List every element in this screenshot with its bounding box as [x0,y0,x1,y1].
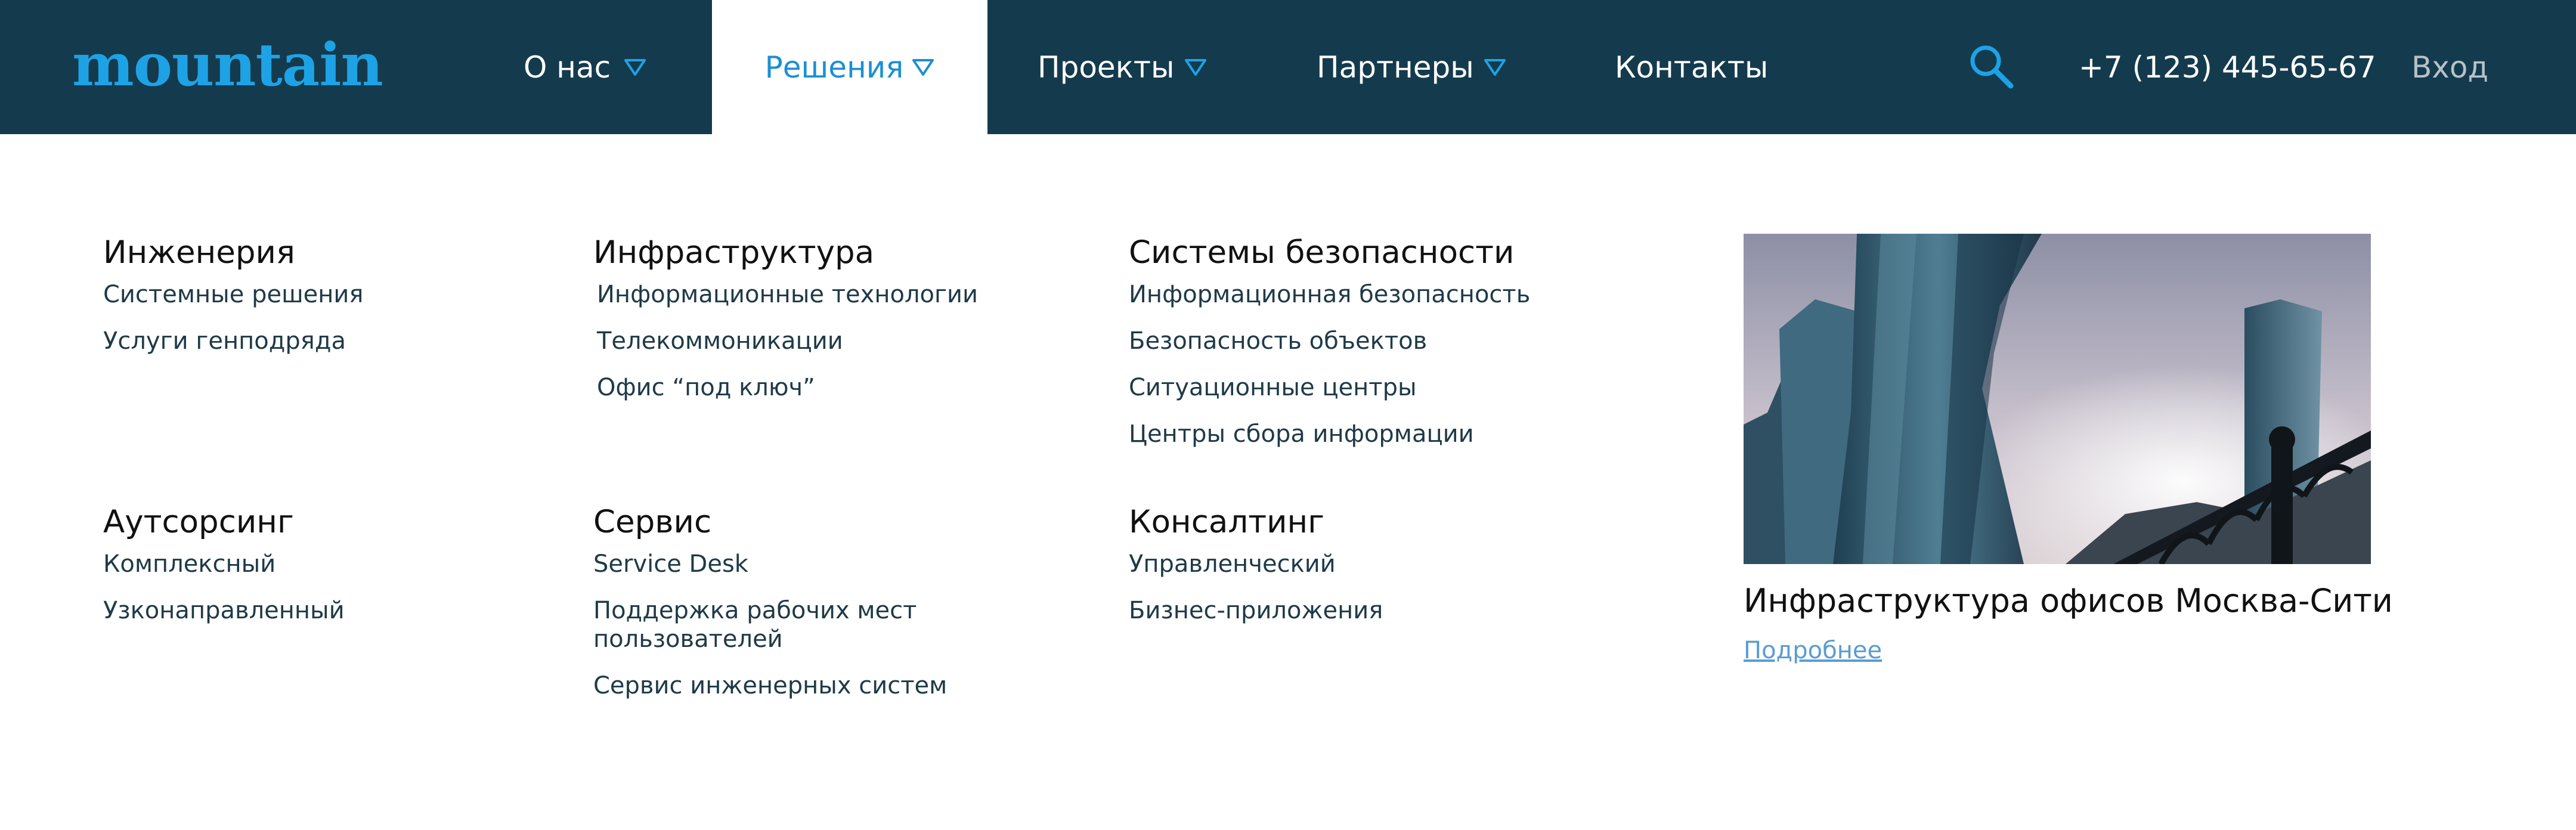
menu-link[interactable]: Комплексный [103,550,345,578]
menu-group-title: Аутсорсинг [103,504,294,540]
menu-group-service: Сервис Service Desk Поддержка рабочих ме… [593,502,975,718]
top-navigation-bar: mountain О нас Решения Проекты Партнеры … [0,0,2576,135]
menu-group-title: Инженерия [103,234,295,271]
nav-item-about[interactable]: О нас [524,0,646,134]
promo-image[interactable] [1744,234,2371,566]
menu-link[interactable]: Service Desk [593,550,975,578]
menu-link[interactable]: Офис “под ключ” [597,373,978,402]
menu-link[interactable]: Информационная безопасность [1129,280,1530,309]
menu-group-title: Инфраструктура [593,234,875,271]
menu-link[interactable]: Информационные технологии [597,280,978,309]
menu-link[interactable]: Услуги генподряда [103,327,363,355]
menu-link[interactable]: Управленческий [1129,550,1383,578]
menu-group-title: Консалтинг [1129,504,1325,540]
menu-link[interactable]: Сервис инженерных систем [593,671,975,700]
promo-more-link[interactable]: Подробнее [1744,637,1882,664]
nav-item-projects[interactable]: Проекты [1038,0,1207,134]
login-link[interactable]: Вход [2411,0,2488,134]
menu-group-infrastructure: Инфраструктура Информационные технологии… [593,233,978,420]
nav-item-label: Партнеры [1317,49,1474,85]
menu-link[interactable]: Системные решения [103,280,363,309]
menu-link[interactable]: Бизнес-приложения [1129,596,1383,625]
nav-item-label: О нас [524,49,611,85]
menu-link[interactable]: Телекоммоникации [597,327,978,355]
menu-link[interactable]: Центры сбора информации [1129,420,1530,448]
menu-group-title: Сервис [593,504,712,540]
promo-title[interactable]: Инфраструктура офисов Москва-Сити [1744,582,2393,620]
nav-item-partners[interactable]: Партнеры [1317,0,1506,134]
logo[interactable]: mountain [72,30,383,101]
menu-link[interactable]: Поддержка рабочих мест пользователей [593,596,975,654]
menu-group-outsourcing: Аутсорсинг Комплексный Узконаправленный [103,502,345,643]
menu-group-engineering: Инженерия Системные решения Услуги генпо… [103,233,363,373]
menu-link[interactable]: Узконаправленный [103,596,345,625]
nav-item-contacts[interactable]: Контакты [1615,0,1768,134]
menu-group-title: Системы безопасности [1129,234,1515,271]
chevron-down-icon [1484,58,1506,76]
phone-number[interactable]: +7 (123) 445-65-67 [2079,0,2376,134]
search-icon[interactable] [1968,43,2014,89]
chevron-down-icon [912,58,934,76]
menu-group-consulting: Консалтинг Управленческий Бизнес-приложе… [1129,502,1383,643]
nav-item-label: Проекты [1038,49,1175,85]
nav-item-label: Решения [764,50,904,85]
chevron-down-icon [624,58,646,76]
nav-item-solutions[interactable]: Решения [712,0,987,135]
menu-link[interactable]: Ситуационные центры [1129,373,1530,402]
chevron-down-icon [1184,58,1207,76]
menu-link[interactable]: Безопасность объектов [1129,327,1530,355]
nav-item-label: Контакты [1615,49,1769,85]
menu-group-security-systems: Системы безопасности Информационная безо… [1129,233,1530,466]
